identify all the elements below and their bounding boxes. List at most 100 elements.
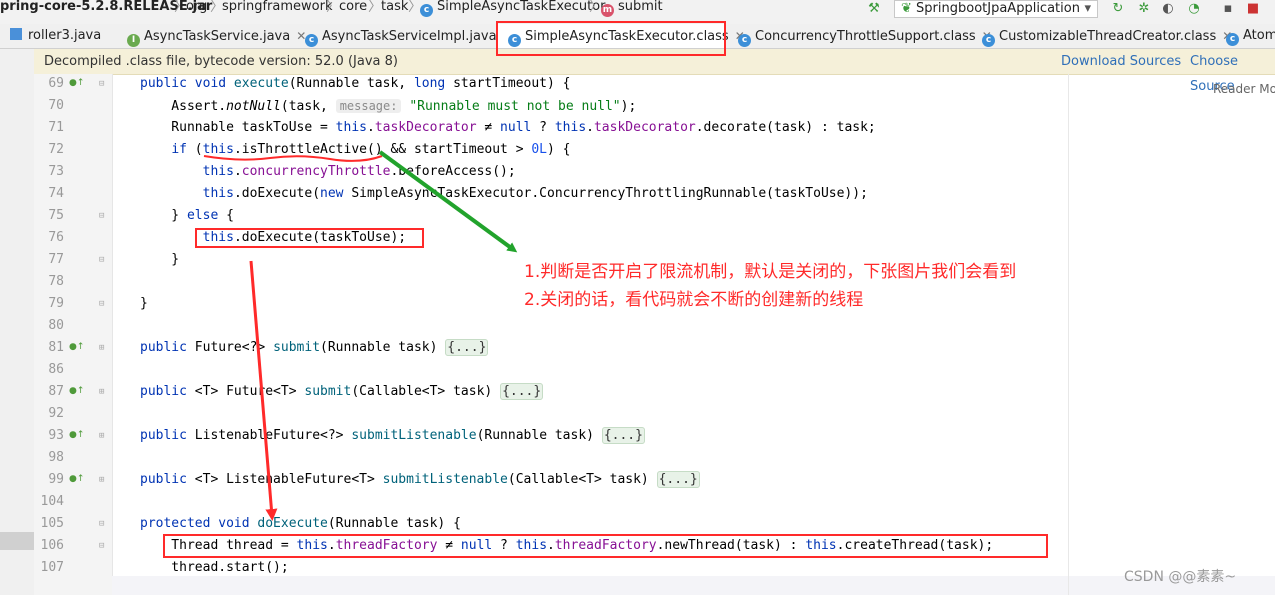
build-hammer-icon[interactable]: ⚒ — [866, 1, 882, 17]
left-tool-strip — [0, 49, 35, 595]
folded-code-block[interactable]: {...} — [445, 339, 489, 356]
fold-toggle-icon[interactable]: ⊟ — [99, 211, 104, 221]
folded-code-block[interactable]: {...} — [656, 471, 700, 488]
breadcrumb-core[interactable]: core — [339, 0, 367, 18]
code-line[interactable]: this.doExecute(new SimpleAsyncTaskExecut… — [140, 186, 868, 202]
code-token: "Runnable must not be null" — [409, 99, 621, 114]
code-token: this — [296, 538, 328, 553]
tab-customizablethreadcreator[interactable]: cCustomizableThreadCreator.class✕ — [982, 24, 1232, 48]
code-token: new — [320, 186, 344, 201]
tab-simpleasynctaskexecutor[interactable]: cSimpleAsyncTaskExecutor.class✕ — [496, 24, 745, 48]
code-token: . — [547, 538, 555, 553]
override-marker-icon[interactable]: ●↑ — [69, 78, 84, 88]
caret-line-highlight — [112, 576, 1275, 595]
fold-toggle-icon[interactable]: ⊞ — [99, 475, 104, 485]
run-configuration-select[interactable]: ❦ SpringbootJpaApplication ▾ — [894, 0, 1098, 18]
breadcrumb-class[interactable]: c SimpleAsyncTaskExecutor — [420, 0, 605, 18]
fold-toggle-icon[interactable]: ⊟ — [99, 541, 104, 551]
code-line[interactable]: } — [140, 252, 179, 268]
editor-tab-bar: roller3.java I AsyncTaskService.java ✕ c As… — [0, 24, 1275, 49]
debug-bug-icon[interactable]: ✲ — [1136, 1, 1152, 17]
override-marker-icon[interactable]: ●↑ — [69, 474, 84, 484]
line-number: 99 — [48, 472, 64, 487]
line-number: 87 — [48, 384, 64, 399]
tab-label: SimpleAsyncTaskExecutor.class — [525, 29, 729, 44]
tab-label: ConcurrencyThrottleSupport.class — [755, 29, 976, 44]
tab-concurrencythrottlesupport[interactable]: cConcurrencyThrottleSupport.class✕ — [738, 24, 992, 48]
code-line[interactable]: if (this.isThrottleActive() && startTime… — [140, 142, 570, 158]
code-line[interactable]: Assert.notNull(task, message: "Runnable … — [140, 98, 636, 115]
code-token: this — [335, 120, 367, 135]
code-token: . — [366, 120, 375, 135]
code-line[interactable]: } — [140, 296, 148, 312]
code-token: public — [140, 428, 187, 443]
code-line[interactable]: Runnable taskToUse = this.taskDecorator … — [140, 120, 875, 136]
override-marker-icon[interactable]: ●↑ — [69, 386, 84, 396]
folded-code-block[interactable]: {...} — [500, 383, 544, 400]
code-line[interactable]: public ListenableFuture<?> submitListena… — [140, 427, 645, 444]
line-number: 107 — [40, 560, 64, 575]
breadcrumb-separator: 〉 — [368, 0, 382, 15]
folded-code-block[interactable]: {...} — [601, 427, 645, 444]
code-line[interactable]: public <T> Future<T> submit(Callable<T> … — [140, 383, 544, 400]
override-marker-icon[interactable]: ●↑ — [69, 430, 84, 440]
code-token: startTimeout) { — [445, 76, 571, 91]
fold-toggle-icon[interactable]: ⊟ — [99, 79, 104, 89]
scroll-marker — [0, 532, 34, 550]
code-token: . — [586, 120, 594, 135]
fold-toggle-icon[interactable]: ⊞ — [99, 387, 104, 397]
fold-toggle-icon[interactable]: ⊟ — [99, 519, 104, 529]
breadcrumb-springframework[interactable]: springframework — [222, 0, 332, 18]
breadcrumb-org[interactable]: org — [186, 0, 207, 18]
breadcrumb-method[interactable]: m submit — [601, 0, 663, 18]
stop-icon[interactable]: ■ — [1245, 1, 1261, 17]
code-token: null — [500, 120, 532, 135]
breadcrumb-task[interactable]: task — [381, 0, 408, 18]
code-line[interactable]: this.concurrencyThrottle.beforeAccess(); — [140, 164, 516, 180]
tab-roller3[interactable]: roller3.java — [10, 24, 101, 48]
line-number: 75 — [48, 208, 64, 223]
line-number: 72 — [48, 142, 64, 157]
line-number: 71 — [48, 120, 64, 135]
fold-toggle-icon[interactable]: ⊞ — [99, 431, 104, 441]
fold-toggle-icon[interactable]: ⊟ — [99, 299, 104, 309]
code-token: .createThread(task); — [836, 538, 994, 553]
code-token: (Runnable task, — [288, 76, 414, 91]
chevron-down-icon: ▾ — [1084, 1, 1091, 16]
tab-atom[interactable]: c Atom — [1226, 24, 1275, 48]
code-line[interactable]: public void execute(Runnable task, long … — [140, 76, 571, 92]
coverage-icon[interactable]: ◐ — [1160, 1, 1176, 17]
download-sources-link[interactable]: Download Sources — [1061, 49, 1181, 74]
csdn-watermark: CSDN @@素素~ — [1124, 569, 1237, 585]
code-line[interactable]: Thread thread = this.threadFactory ≠ nul… — [140, 538, 993, 554]
code-line[interactable]: public <T> ListenableFuture<T> submitLis… — [140, 471, 700, 488]
tab-asynctaskservice[interactable]: I AsyncTaskService.java ✕ — [127, 24, 306, 48]
line-number: 70 — [48, 98, 64, 113]
code-token: } — [140, 208, 187, 223]
tab-asynctaskserviceimpl[interactable]: cAsyncTaskServiceImpl.java✕ — [305, 24, 513, 48]
code-line[interactable]: this.doExecute(taskToUse); — [140, 230, 407, 246]
fold-toggle-icon[interactable]: ⊞ — [99, 343, 104, 353]
code-token: this — [554, 120, 587, 135]
code-token: .doExecute( — [233, 186, 321, 201]
code-token: SimpleAsyncTaskExecutor.ConcurrencyThrot… — [343, 186, 868, 201]
code-line[interactable]: protected void doExecute(Runnable task) … — [140, 516, 461, 532]
code-token: this — [202, 142, 234, 157]
override-marker-icon[interactable]: ●↑ — [69, 342, 84, 352]
code-token: } — [140, 296, 148, 311]
rerun-icon[interactable]: ↻ — [1110, 1, 1126, 17]
settings-icon[interactable]: ▪ — [1220, 1, 1236, 17]
reader-mode-toggle[interactable]: Reader Mo — [1213, 82, 1275, 96]
code-line[interactable]: } else { — [140, 208, 234, 224]
code-line[interactable]: public Future<?> submit(Runnable task) {… — [140, 339, 489, 356]
spring-leaf-icon: ❦ — [901, 1, 912, 16]
fold-toggle-icon[interactable]: ⊟ — [99, 255, 104, 265]
line-number: 73 — [48, 164, 64, 179]
code-line[interactable]: thread.start(); — [140, 560, 288, 576]
profile-icon[interactable]: ◔ — [1186, 1, 1202, 17]
code-token: <T> Future<T> — [186, 384, 305, 399]
tab-label: roller3.java — [28, 28, 102, 43]
tab-label: AsyncTaskServiceImpl.java — [322, 29, 497, 44]
